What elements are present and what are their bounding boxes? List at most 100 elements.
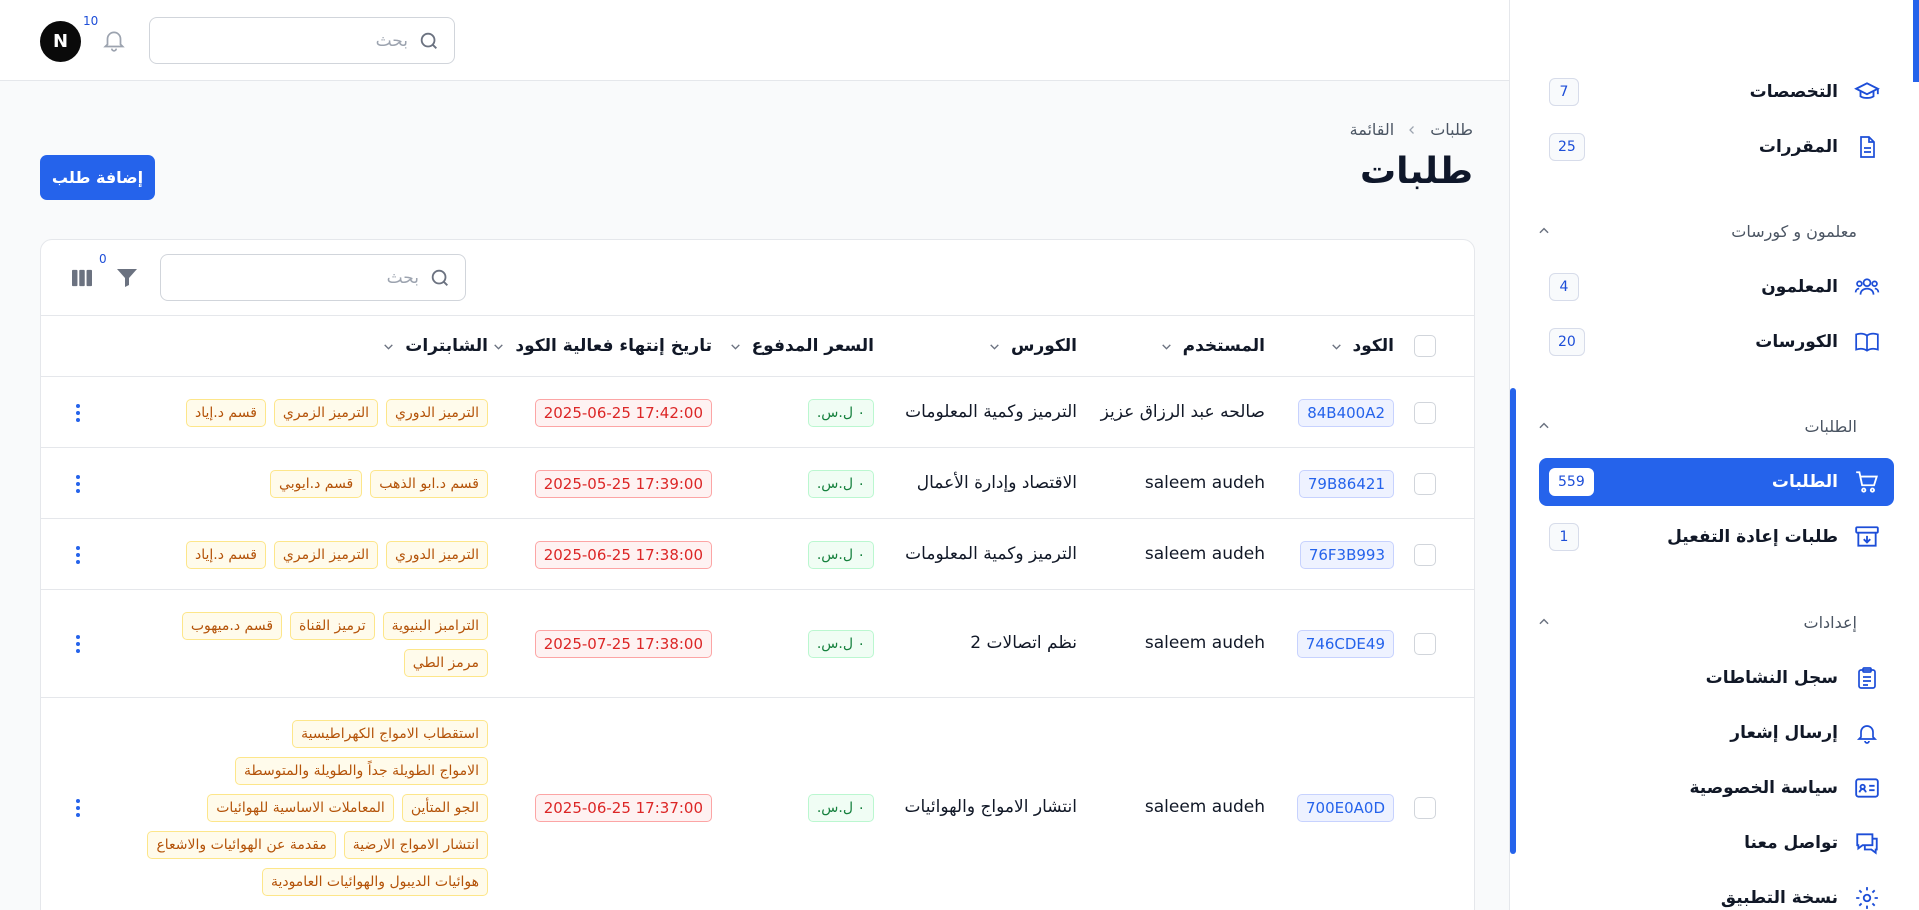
course-cell: انتشار الامواج والهوائيات [904, 797, 1077, 817]
sidebar-item-label: التخصصات [1749, 82, 1838, 102]
count-badge: 559 [1549, 468, 1594, 496]
select-all-checkbox[interactable] [1414, 335, 1436, 357]
code-badge: 700E0A0D [1296, 794, 1394, 822]
chapters-line: الترامبز البنيوية ترميز القناة قسم د.ميهوب [181, 611, 488, 640]
columns-icon[interactable] [71, 268, 93, 288]
chapter-tag: قسم د.إياد [186, 398, 266, 427]
chevron-down-icon [1330, 340, 1343, 353]
table-row[interactable]: 76F3B993 saleem audeh الترميز وكمية المعلو… [41, 519, 1474, 590]
row-actions-more-icon[interactable] [75, 544, 81, 566]
chapters-cell: الترامبز البنيوية ترميز القناة قسم د.ميهوب… [181, 611, 488, 677]
sidebar-item-label: المعلمون [1761, 277, 1838, 297]
table-row[interactable]: 84B400A2 صالحه عبد الرزاق عزيز الترميز وكم… [41, 377, 1474, 448]
sidebar-item-activity-log[interactable]: سجل النشاطات [1539, 654, 1894, 702]
chapter-tag: انتشار الامواج الارضية [343, 831, 488, 859]
chapters-line: انتشار الامواج الارضية مقدمة عن الهوائيات… [147, 831, 488, 859]
chevron-up-icon [1537, 615, 1551, 629]
chapter-tag: الترميز الدوري [386, 398, 488, 427]
breadcrumb: طلبات القائمة [1350, 120, 1473, 139]
row-actions-more-icon[interactable] [75, 402, 81, 424]
chapters-line: استقطاب الامواج الكهراطيسية [292, 720, 488, 748]
chapter-tag: قسم د.ابو الذهب [370, 469, 488, 498]
price-badge: ٠ ل.س. [807, 630, 874, 658]
sidebar-item-teachers[interactable]: المعلمون 4 [1539, 263, 1894, 311]
cart-icon [1852, 467, 1882, 497]
nav-group-settings[interactable]: إعدادات [1537, 605, 1857, 639]
notifications-bell-icon[interactable] [101, 26, 127, 54]
table-toolbar: بحث 0 [41, 240, 1474, 316]
chat-icon [1852, 828, 1882, 858]
chapters-line: مرمز الطي [403, 648, 488, 677]
table-search-input[interactable]: بحث [160, 254, 466, 301]
sidebar-item-courses[interactable]: الكورسات 20 [1539, 318, 1894, 366]
graduation-cap-icon [1852, 77, 1882, 107]
notifications-count-badge: 10 [83, 14, 99, 28]
book-open-icon [1852, 327, 1882, 357]
sidebar-item-reactivation-requests[interactable]: طلبات إعادة التفعيل 1 [1539, 513, 1894, 561]
row-checkbox[interactable] [1414, 401, 1436, 424]
column-header-course[interactable]: الكورس [988, 336, 1077, 356]
row-actions-more-icon[interactable] [75, 473, 81, 495]
row-actions-more-icon[interactable] [75, 797, 81, 819]
column-header-label: تاريخ إنتهاء فعالية الكود [515, 336, 712, 356]
expiry-date-badge: 2025-06-25 17:37:00 [534, 794, 712, 822]
column-header-chapters[interactable]: الشابترات [382, 336, 488, 356]
column-header-expiry[interactable]: تاريخ إنتهاء فعالية الكود [492, 336, 712, 356]
column-header-price[interactable]: السعر المدفوع [729, 336, 874, 356]
sidebar-item-privacy-policy[interactable]: سياسة الخصوصية [1539, 764, 1894, 812]
row-checkbox[interactable] [1414, 633, 1436, 655]
sidebar-item-send-notification[interactable]: إرسال إشعار [1539, 709, 1894, 757]
chapters-cell: الترميز الدوري الترميز الزمري قسم د.إياد [186, 540, 488, 569]
breadcrumb-link-orders[interactable]: طلبات [1430, 120, 1473, 139]
sidebar-item-label: نسخة التطبيق [1720, 888, 1838, 908]
column-header-user[interactable]: المستخدم [1160, 336, 1265, 356]
table-row[interactable]: 700E0A0D saleem audeh انتشار الامواج والهو… [41, 698, 1474, 910]
course-cell: نظم اتصالات 2 [970, 633, 1077, 653]
chapter-tag: الترميز الزمري [273, 398, 378, 427]
chapter-tag: هوائيات الديبول والهوائيات العامودية [261, 868, 488, 896]
chapter-tag: ترميز القناة [290, 611, 375, 640]
chapters-line: هوائيات الديبول والهوائيات العامودية [261, 868, 488, 896]
column-header-code[interactable]: الكود [1330, 336, 1394, 356]
table-row[interactable]: 79B86421 saleem audeh الاقتصاد وإدارة الأع… [41, 448, 1474, 519]
course-cell: الترميز وكمية المعلومات [905, 401, 1077, 422]
add-order-button[interactable]: إضافة طلب [40, 155, 155, 200]
count-badge: 20 [1549, 328, 1585, 356]
sidebar-item-subjects[interactable]: المقررات 25 [1539, 123, 1894, 171]
course-cell: الاقتصاد وإدارة الأعمال [916, 472, 1077, 493]
table-row[interactable]: 746CDE49 saleem audeh نظم اتصالات 2 ٠ ل.س. 2… [41, 590, 1474, 698]
nav-group-teachers[interactable]: معلمون و كورسات [1537, 214, 1857, 248]
chapter-tag: الترميز الزمري [273, 540, 378, 569]
sidebar-item-contact-us[interactable]: تواصل معنا [1539, 819, 1894, 867]
chapters-line: الجو المتأين المعاملات الاساسية للهوائيات [207, 794, 488, 822]
chevron-down-icon [988, 340, 1001, 353]
row-actions-more-icon[interactable] [75, 633, 81, 655]
chevron-left-icon [1406, 124, 1418, 136]
window-scrollbar[interactable] [1913, 0, 1919, 82]
sidebar-item-app-version[interactable]: نسخة التطبيق [1539, 874, 1894, 910]
code-badge: 79B86421 [1298, 469, 1394, 498]
filter-icon[interactable] [115, 266, 139, 290]
sidebar-item-label: تواصل معنا [1744, 833, 1838, 853]
search-placeholder: بحث [375, 30, 408, 51]
table-header: الكود المستخدم الكورس السعر المدفوع تاري… [41, 316, 1474, 377]
row-checkbox[interactable] [1414, 472, 1436, 495]
sidebar-item-label: الكورسات [1755, 332, 1838, 352]
avatar[interactable]: N [40, 21, 81, 62]
sidebar-scrollbar[interactable] [1510, 388, 1516, 854]
users-icon [1852, 272, 1882, 302]
chevron-down-icon [492, 340, 505, 353]
sidebar-item-orders[interactable]: الطلبات 559 [1539, 458, 1894, 506]
sidebar-item-specializations[interactable]: التخصصات 7 [1539, 68, 1894, 116]
user-cell: صالحه عبد الرزاق عزيز [1100, 401, 1265, 422]
column-header-label: المستخدم [1182, 336, 1265, 356]
nav-group-orders[interactable]: الطلبات [1537, 409, 1857, 443]
search-icon [418, 30, 440, 52]
row-checkbox[interactable] [1414, 797, 1436, 819]
row-checkbox[interactable] [1414, 543, 1436, 566]
count-badge: 1 [1549, 523, 1579, 551]
global-search-input[interactable]: بحث [149, 17, 455, 64]
price-badge: ٠ ل.س. [807, 469, 874, 498]
chapters-cell: استقطاب الامواج الكهراطيسية الامواج الطوي… [147, 720, 488, 896]
id-card-icon [1852, 773, 1882, 803]
